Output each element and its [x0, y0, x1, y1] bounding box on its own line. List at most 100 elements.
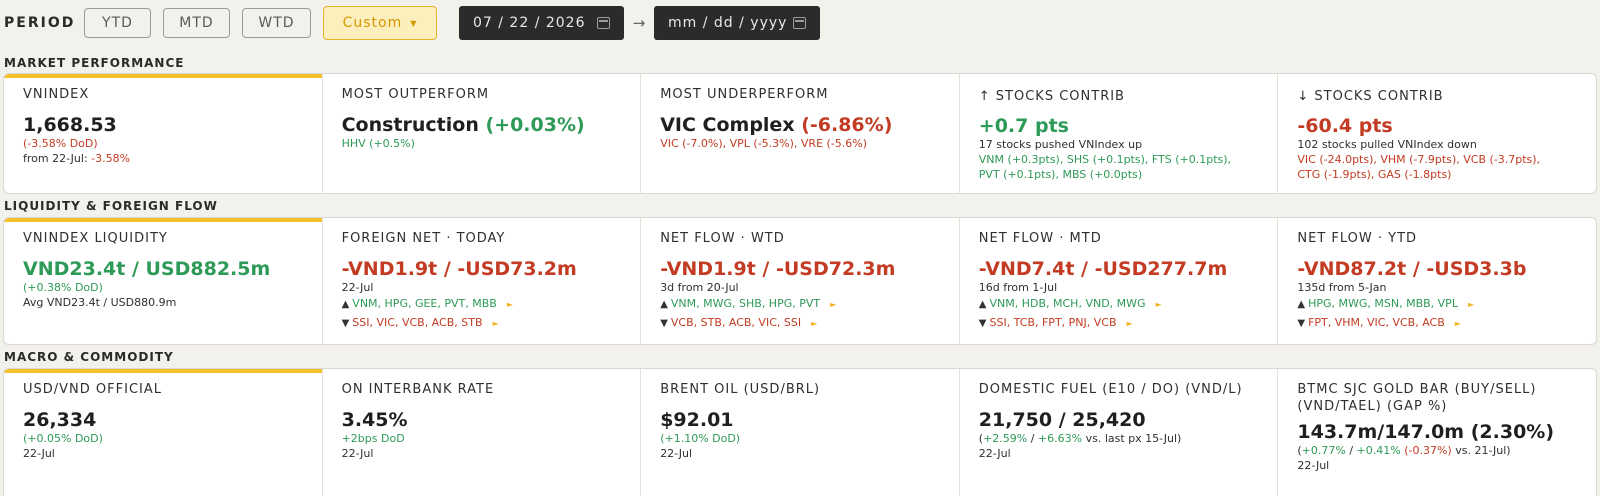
top-net-sell-list[interactable]: ▼ FPT, VHM, VIC, VCB, ACB ►	[1297, 314, 1577, 333]
outperform-sector: Construction (+0.03%)	[341, 114, 585, 136]
gold-date: 22-Jul	[1297, 459, 1330, 472]
vnindex-card[interactable]: VNINDEX 1,668.53 (-3.58% DoD) from 22-Ju…	[4, 74, 323, 193]
down-contrib-line2: CTG (-1.9pts), GAS (-1.8pts)	[1297, 168, 1452, 181]
card-title: MOST UNDERPERFORM	[660, 87, 829, 102]
triangle-down-icon: ▼	[660, 318, 668, 329]
liquidity-avg: Avg VND23.4t / USD880.9m	[23, 296, 177, 309]
interbank-date: 22-Jul	[341, 447, 374, 460]
net-flow-wtd-card[interactable]: NET FLOW · WTD -VND1.9t / -USD72.3m 3d f…	[641, 218, 960, 344]
domestic-fuel-card[interactable]: DOMESTIC FUEL (E10 / DO) (VND/L) 21,750 …	[960, 369, 1279, 496]
down-contrib-value: -60.4 pts	[1297, 115, 1393, 137]
card-title: VNINDEX LIQUIDITY	[23, 231, 168, 246]
usd-vnd-date: 22-Jul	[23, 447, 55, 460]
interbank-rate-card[interactable]: ON INTERBANK RATE 3.45% +2bps DoD 22-Jul	[323, 369, 642, 496]
section-title-market: MARKET PERFORMANCE	[4, 56, 185, 70]
card-title: USD/VND OFFICIAL	[23, 382, 162, 397]
top-net-buy-list[interactable]: ▲ VNM, HPG, GEE, PVT, MBB ►	[342, 295, 622, 314]
underperform-sector: VIC Complex (-6.86%)	[660, 114, 893, 136]
card-title: MOST OUTPERFORM	[341, 87, 490, 102]
underperform-detail: VIC (-7.0%), VPL (-5.3%), VRE (-5.6%)	[660, 137, 868, 150]
card-title: VNINDEX	[23, 87, 90, 102]
brent-value: $92.01	[660, 409, 734, 431]
section-title-liquidity: LIQUIDITY & FOREIGN FLOW	[4, 199, 218, 213]
card-title: ↑ STOCKS CONTRIB	[978, 89, 1125, 104]
brent-date: 22-Jul	[660, 447, 693, 460]
triangle-up-icon: ▲	[660, 299, 668, 310]
triangle-down-icon: ▼	[978, 318, 987, 329]
triangle-up-icon: ▲	[978, 299, 987, 310]
net-flow-mtd-sub: 16d from 1-Jul	[978, 281, 1058, 294]
period-label: PERIOD	[4, 15, 76, 31]
up-contrib-value: +0.7 pts	[978, 115, 1069, 137]
foreign-net-today-card[interactable]: FOREIGN NET · TODAY -VND1.9t / -USD73.2m…	[323, 218, 642, 344]
card-title: ON INTERBANK RATE	[341, 382, 495, 397]
wtd-button[interactable]: WTD	[242, 8, 311, 38]
card-title: NET FLOW · YTD	[1297, 231, 1418, 246]
liquidity-change: (+0.38% DoD)	[23, 281, 103, 294]
usd-vnd-change: (+0.05% DoD)	[23, 432, 103, 445]
outperform-detail: HHV (+0.5%)	[341, 137, 415, 150]
liquidity-value: VND23.4t / USD882.5m	[23, 258, 271, 280]
expand-arrow-icon[interactable]: ►	[507, 300, 513, 309]
brent-oil-card[interactable]: BRENT OIL (USD/BRL) $92.01 (+1.10% DoD) …	[641, 369, 960, 496]
gold-change: (+0.77% / +0.41% (-0.37%) vs. 21-Jul)	[1297, 444, 1511, 457]
end-date-placeholder: mm / dd / yyyy	[668, 15, 788, 31]
gold-value: 143.7m/147.0m (2.30%)	[1297, 421, 1555, 443]
caret-down-icon: ▼	[410, 18, 418, 28]
top-net-buy-list[interactable]: ▲ VNM, MWG, SHB, HPG, PVT ►	[660, 295, 940, 314]
custom-label: Custom	[342, 15, 403, 31]
custom-period-dropdown[interactable]: Custom ▼	[323, 6, 437, 40]
ytd-button[interactable]: YTD	[84, 8, 151, 38]
calendar-icon[interactable]	[597, 17, 610, 29]
start-date-value: 07 / 22 / 2026	[473, 15, 586, 31]
top-net-buy-list[interactable]: ▲ VNM, HDB, MCH, VND, MWG ►	[979, 295, 1259, 314]
triangle-down-icon: ▼	[1297, 318, 1306, 329]
expand-arrow-icon[interactable]: ►	[493, 319, 499, 328]
down-contrib-card[interactable]: ↓ STOCKS CONTRIB -60.4 pts 102 stocks pu…	[1278, 74, 1596, 193]
up-contrib-desc: 17 stocks pushed VNIndex up	[978, 138, 1143, 151]
card-title: BTMC SJC GOLD BAR (BUY/SELL)	[1297, 382, 1537, 397]
vnindex-from: from 22-Jul: -3.58%	[23, 152, 131, 165]
down-contrib-line1: VIC (-24.0pts), VHM (-7.9pts), VCB (-3.7…	[1297, 153, 1541, 166]
up-contrib-card[interactable]: ↑ STOCKS CONTRIB +0.7 pts 17 stocks push…	[960, 74, 1279, 193]
net-flow-wtd-sub: 3d from 20-Jul	[660, 281, 739, 294]
macro-row: USD/VND OFFICIAL 26,334 (+0.05% DoD) 22-…	[3, 368, 1597, 496]
expand-arrow-icon[interactable]: ►	[1455, 319, 1461, 328]
foreign-net-date: 22-Jul	[341, 281, 374, 294]
end-date-input[interactable]: mm / dd / yyyy	[654, 6, 820, 40]
net-flow-mtd-card[interactable]: NET FLOW · MTD -VND7.4t / -USD277.7m 16d…	[960, 218, 1279, 344]
market-performance-row: VNINDEX 1,668.53 (-3.58% DoD) from 22-Ju…	[3, 73, 1597, 194]
top-net-sell-list[interactable]: ▼ VCB, STB, ACB, VIC, SSI ►	[660, 314, 940, 333]
card-title: NET FLOW · WTD	[660, 231, 785, 246]
foreign-net-value: -VND1.9t / -USD73.2m	[341, 258, 577, 280]
usd-vnd-card[interactable]: USD/VND OFFICIAL 26,334 (+0.05% DoD) 22-…	[4, 369, 323, 496]
expand-arrow-icon[interactable]: ►	[1468, 300, 1474, 309]
fuel-change: (+2.59% / +6.63% vs. last px 15-Jul)	[978, 432, 1182, 445]
gold-bar-card[interactable]: BTMC SJC GOLD BAR (BUY/SELL) (VND/TAEL) …	[1278, 369, 1596, 496]
most-outperform-card[interactable]: MOST OUTPERFORM Construction (+0.03%) HH…	[323, 74, 642, 193]
expand-arrow-icon[interactable]: ►	[1127, 319, 1133, 328]
most-underperform-card[interactable]: MOST UNDERPERFORM VIC Complex (-6.86%) V…	[641, 74, 960, 193]
expand-arrow-icon[interactable]: ►	[1156, 300, 1162, 309]
net-flow-wtd-value: -VND1.9t / -USD72.3m	[660, 258, 896, 280]
vnindex-liquidity-card[interactable]: VNINDEX LIQUIDITY VND23.4t / USD882.5m (…	[4, 218, 323, 344]
period-selector: PERIOD YTD MTD WTD Custom ▼ 07 / 22 / 20…	[0, 6, 820, 40]
triangle-up-icon: ▲	[1297, 299, 1306, 310]
triangle-down-icon: ▼	[341, 318, 350, 329]
top-net-buy-list[interactable]: ▲ HPG, MWG, MSN, MBB, VPL ►	[1297, 295, 1577, 314]
card-title-sub: (VND/TAEL) (GAP %)	[1297, 399, 1448, 414]
expand-arrow-icon[interactable]: ►	[830, 300, 836, 309]
top-net-sell-list[interactable]: ▼ SSI, TCB, FPT, PNJ, VCB ►	[979, 314, 1259, 333]
mtd-button[interactable]: MTD	[163, 8, 230, 38]
start-date-input[interactable]: 07 / 22 / 2026	[459, 6, 624, 40]
card-title: ↓ STOCKS CONTRIB	[1297, 89, 1444, 104]
calendar-icon[interactable]	[793, 17, 806, 29]
net-flow-ytd-value: -VND87.2t / -USD3.3b	[1297, 258, 1527, 280]
expand-arrow-icon[interactable]: ►	[811, 319, 817, 328]
top-net-sell-list[interactable]: ▼ SSI, VIC, VCB, ACB, STB ►	[342, 314, 622, 333]
liquidity-row: VNINDEX LIQUIDITY VND23.4t / USD882.5m (…	[3, 217, 1597, 345]
net-flow-ytd-card[interactable]: NET FLOW · YTD -VND87.2t / -USD3.3b 135d…	[1278, 218, 1596, 344]
vnindex-value: 1,668.53	[23, 114, 117, 136]
usd-vnd-value: 26,334	[23, 409, 97, 431]
net-flow-ytd-sub: 135d from 5-Jan	[1297, 281, 1387, 294]
